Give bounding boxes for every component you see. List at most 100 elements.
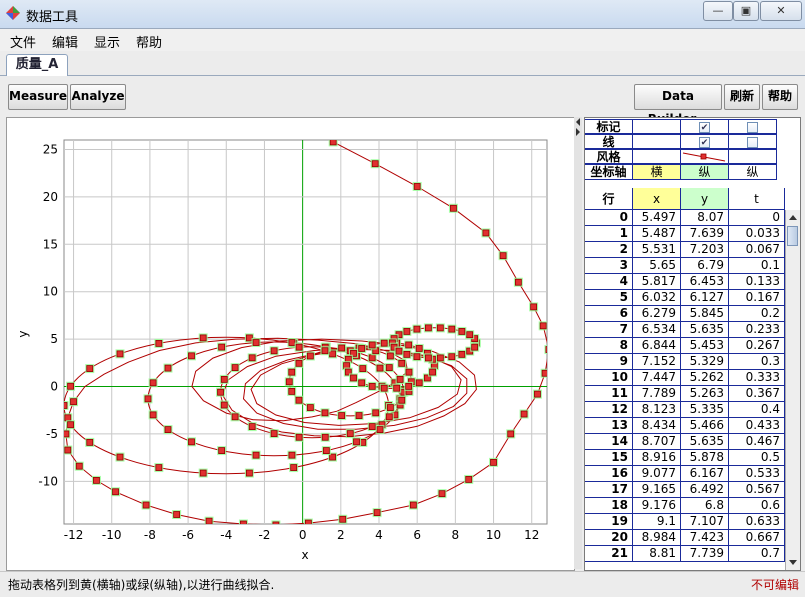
- data-point[interactable]: [358, 345, 366, 352]
- data-point[interactable]: [142, 501, 150, 509]
- data-point[interactable]: [220, 375, 228, 383]
- data-point[interactable]: [61, 402, 68, 409]
- table-row[interactable]: 14 8.707 5.635 0.467: [585, 434, 785, 450]
- data-builder-button[interactable]: Data Builder...: [634, 84, 722, 126]
- data-point[interactable]: [386, 404, 394, 411]
- x-cell[interactable]: 8.984: [633, 530, 681, 546]
- data-point[interactable]: [149, 411, 157, 419]
- data-point[interactable]: [545, 346, 552, 353]
- data-point[interactable]: [231, 364, 239, 372]
- table-row[interactable]: 0 5.497 8.07 0: [585, 210, 785, 226]
- row-number-cell[interactable]: 11: [585, 386, 633, 402]
- refresh-button[interactable]: 刷新: [724, 84, 760, 110]
- table-row[interactable]: 11 7.789 5.263 0.367: [585, 386, 785, 402]
- x-cell[interactable]: 5.487: [633, 226, 681, 242]
- data-point[interactable]: [112, 488, 119, 496]
- row-number-cell[interactable]: 20: [585, 530, 633, 546]
- t-cell[interactable]: 0.333: [729, 370, 785, 386]
- t-cell[interactable]: 0.233: [729, 322, 785, 338]
- table-row[interactable]: 17 9.165 6.492 0.567: [585, 482, 785, 498]
- table-row[interactable]: 10 7.447 5.262 0.333: [585, 370, 785, 386]
- row-number-cell[interactable]: 16: [585, 466, 633, 482]
- data-point[interactable]: [231, 413, 239, 421]
- axis-y-cell[interactable]: 纵: [681, 164, 729, 180]
- data-point[interactable]: [373, 509, 381, 517]
- y-cell[interactable]: 7.107: [681, 514, 729, 530]
- y-cell[interactable]: 7.639: [681, 226, 729, 242]
- panel-splitter[interactable]: [574, 117, 582, 569]
- data-point[interactable]: [413, 183, 421, 190]
- data-point[interactable]: [67, 421, 74, 429]
- t-cell[interactable]: 0.267: [729, 338, 785, 354]
- x-cell[interactable]: 6.534: [633, 322, 681, 338]
- table-row[interactable]: 6 6.279 5.845 0.2: [585, 306, 785, 322]
- data-point[interactable]: [199, 469, 207, 477]
- data-point[interactable]: [405, 341, 413, 349]
- data-point[interactable]: [424, 324, 432, 332]
- data-point[interactable]: [86, 438, 94, 446]
- y-cell[interactable]: 5.635: [681, 322, 729, 338]
- t-cell[interactable]: 0.533: [729, 466, 785, 482]
- data-point[interactable]: [386, 352, 394, 360]
- table-row[interactable]: 12 8.123 5.335 0.4: [585, 402, 785, 418]
- data-point[interactable]: [288, 368, 296, 376]
- maximize-button[interactable]: ▣: [733, 1, 759, 21]
- t-cell[interactable]: 0.7: [729, 546, 785, 562]
- data-point[interactable]: [338, 344, 346, 352]
- t-cell[interactable]: 0.033: [729, 226, 785, 242]
- data-point[interactable]: [499, 252, 507, 260]
- table-row[interactable]: 9 7.152 5.329 0.3: [585, 354, 785, 370]
- t-cell[interactable]: 0.367: [729, 386, 785, 402]
- data-point[interactable]: [321, 347, 329, 355]
- data-point[interactable]: [67, 382, 74, 390]
- table-row[interactable]: 4 5.817 6.453 0.133: [585, 274, 785, 290]
- row-number-cell[interactable]: 4: [585, 274, 633, 290]
- header-row[interactable]: 行: [585, 188, 633, 210]
- row-number-cell[interactable]: 19: [585, 514, 633, 530]
- data-point[interactable]: [338, 412, 346, 419]
- data-point[interactable]: [353, 438, 360, 446]
- data-point[interactable]: [173, 511, 181, 518]
- data-point[interactable]: [64, 446, 72, 454]
- data-point[interactable]: [155, 339, 163, 347]
- x-cell[interactable]: 7.789: [633, 386, 681, 402]
- data-point[interactable]: [385, 413, 393, 421]
- data-point[interactable]: [534, 390, 541, 398]
- data-point[interactable]: [409, 501, 417, 509]
- y-cell[interactable]: 6.167: [681, 466, 729, 482]
- data-point[interactable]: [458, 350, 466, 358]
- header-t[interactable]: t: [729, 188, 785, 210]
- table-row[interactable]: 8 6.844 5.453 0.267: [585, 338, 785, 354]
- table-row[interactable]: 15 8.916 5.878 0.5: [585, 450, 785, 466]
- row-number-cell[interactable]: 8: [585, 338, 633, 354]
- row-number-cell[interactable]: 5: [585, 290, 633, 306]
- row-number-cell[interactable]: 3: [585, 258, 633, 274]
- data-point[interactable]: [64, 414, 72, 422]
- t-cell[interactable]: 0.4: [729, 402, 785, 418]
- data-point[interactable]: [368, 354, 376, 362]
- data-point[interactable]: [395, 347, 403, 355]
- t-cell[interactable]: 0.633: [729, 514, 785, 530]
- y-cell[interactable]: 5.845: [681, 306, 729, 322]
- t-cell[interactable]: 0.067: [729, 242, 785, 258]
- measure-button[interactable]: Measure: [8, 84, 68, 110]
- line-t-checkbox[interactable]: [747, 137, 758, 148]
- y-cell[interactable]: 6.127: [681, 290, 729, 306]
- t-cell[interactable]: 0.667: [729, 530, 785, 546]
- row-number-cell[interactable]: 17: [585, 482, 633, 498]
- data-point[interactable]: [288, 339, 296, 346]
- menu-help[interactable]: 帮助: [126, 29, 168, 51]
- data-point[interactable]: [405, 368, 413, 376]
- row-number-cell[interactable]: 0: [585, 210, 633, 226]
- y-cell[interactable]: 6.8: [681, 498, 729, 514]
- data-point[interactable]: [144, 395, 152, 403]
- data-point[interactable]: [415, 345, 423, 352]
- x-cell[interactable]: 8.916: [633, 450, 681, 466]
- row-number-cell[interactable]: 18: [585, 498, 633, 514]
- data-point[interactable]: [403, 350, 411, 358]
- data-point[interactable]: [490, 458, 497, 466]
- header-y[interactable]: y: [681, 188, 729, 210]
- data-point[interactable]: [438, 490, 446, 498]
- x-cell[interactable]: 8.81: [633, 546, 681, 562]
- table-row[interactable]: 5 6.032 6.127 0.167: [585, 290, 785, 306]
